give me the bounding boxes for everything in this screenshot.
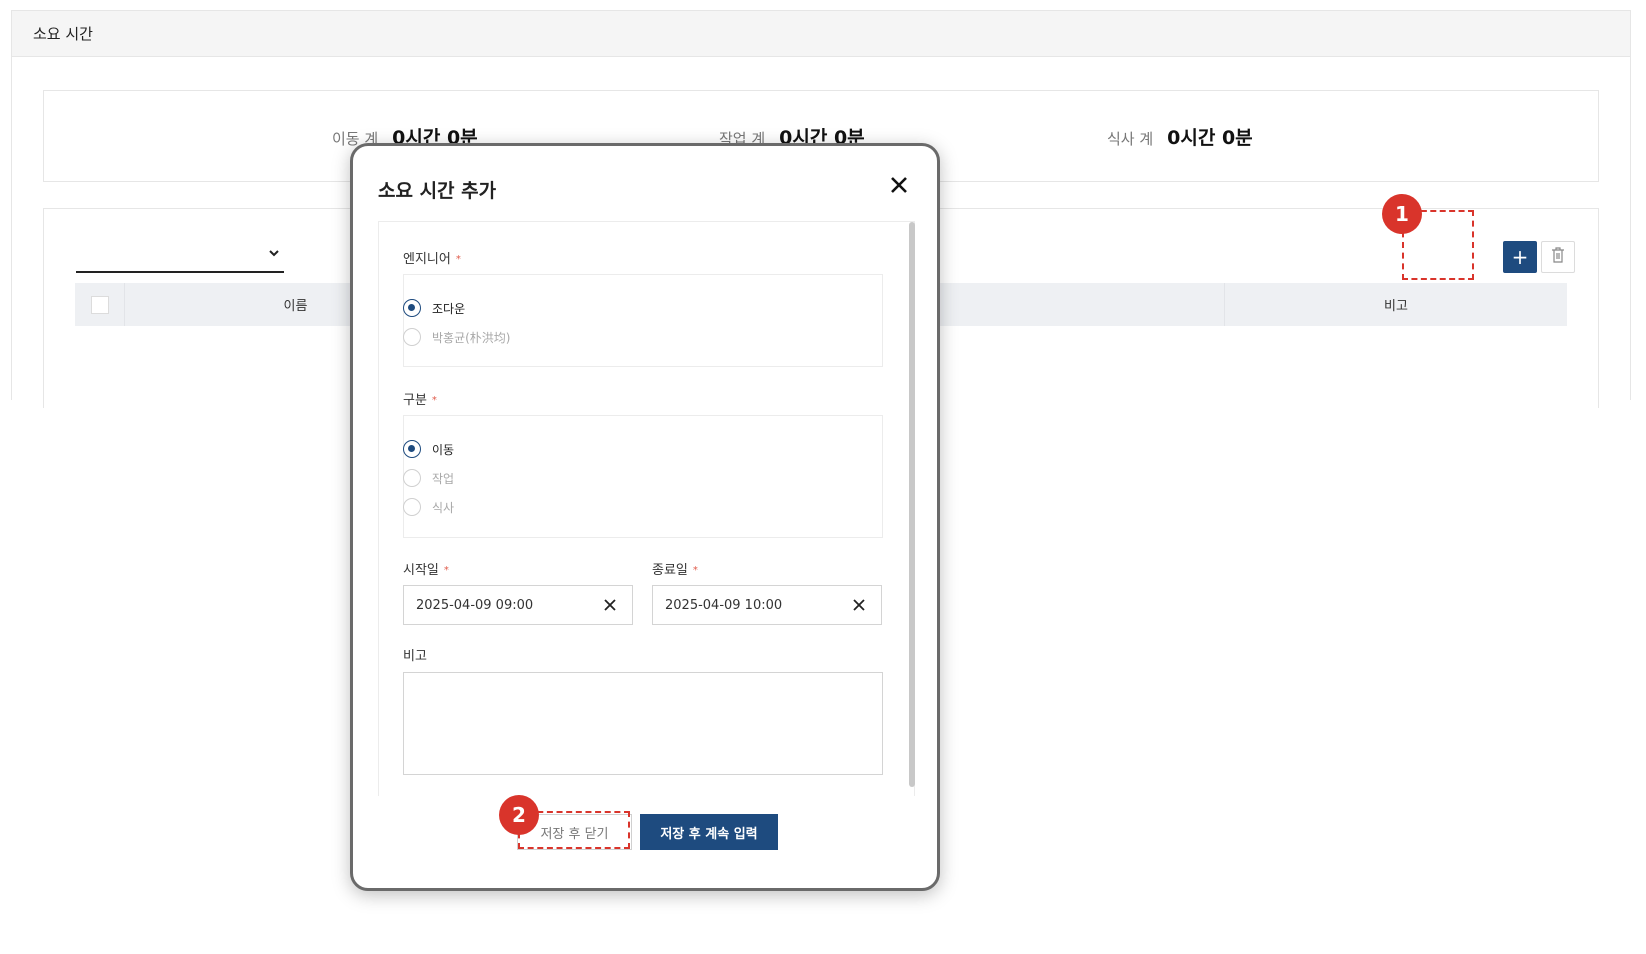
category-option-work-label: 작업 (432, 471, 455, 486)
required-mark: * (455, 254, 461, 265)
note-label: 비고 (403, 649, 427, 664)
modal-form: 엔지니어 * 조다운 박홍균(朴洪均) 구분 * 이동 작업 식사 시작일 * … (378, 221, 915, 796)
summary-meal-label: 식사 계 (1107, 130, 1154, 148)
category-option-move-label: 이동 (432, 442, 455, 457)
column-header-note: 비고 (1384, 299, 1408, 314)
trash-icon (1551, 247, 1565, 267)
engineer-option-2-label: 박홍균(朴洪均) (432, 330, 511, 345)
callout-1: 1 (1382, 194, 1422, 234)
chevron-down-icon (268, 247, 280, 263)
required-mark: * (431, 395, 437, 406)
radio-unselected[interactable] (403, 469, 421, 487)
radio-selected[interactable] (403, 299, 421, 317)
category-option-work[interactable]: 작업 (403, 469, 454, 487)
category-radio-group (403, 415, 883, 538)
save-and-continue-button[interactable]: 저장 후 계속 입력 (640, 814, 778, 850)
filter-select[interactable] (76, 245, 284, 273)
section-title: 소요 시간 (12, 11, 1630, 57)
clear-icon[interactable] (602, 597, 618, 613)
start-date-label: 시작일 * (403, 563, 449, 578)
modal-title: 소요 시간 추가 (378, 180, 497, 202)
select-all-checkbox-cell (75, 283, 125, 326)
end-date-label: 종료일 * (652, 563, 698, 578)
engineer-radio-group (403, 274, 883, 367)
start-date-value: 2025-04-09 09:00 (416, 597, 534, 613)
start-date-input[interactable]: 2025-04-09 09:00 (403, 585, 633, 625)
end-date-value: 2025-04-09 10:00 (665, 597, 783, 613)
category-option-move[interactable]: 이동 (403, 440, 454, 458)
radio-selected[interactable] (403, 440, 421, 458)
engineer-option-1-label: 조다운 (432, 301, 466, 316)
end-date-input[interactable]: 2025-04-09 10:00 (652, 585, 882, 625)
callout-2: 2 (499, 795, 539, 835)
engineer-option-1[interactable]: 조다운 (403, 299, 465, 317)
summary-meal: 식사 계 0시간 0분 (1107, 123, 1253, 150)
radio-unselected[interactable] (403, 498, 421, 516)
required-mark: * (692, 565, 698, 576)
required-mark: * (443, 565, 449, 576)
engineer-option-2[interactable]: 박홍균(朴洪均) (403, 328, 510, 346)
radio-unselected[interactable] (403, 328, 421, 346)
add-duration-modal: 소요 시간 추가 엔지니어 * 조다운 박홍균(朴洪均) 구분 * 이동 작업 … (350, 143, 940, 891)
page: 소요 시간 이동 계 0시간 0분 작업 계 0시간 0분 식사 계 0시간 0… (0, 0, 1646, 954)
category-label: 구분 * (403, 393, 437, 408)
summary-meal-value: 0시간 0분 (1167, 127, 1253, 149)
clear-icon[interactable] (851, 597, 867, 613)
modal-scrollbar[interactable] (909, 222, 915, 787)
category-option-meal-label: 식사 (432, 500, 455, 515)
delete-button[interactable] (1541, 241, 1575, 273)
close-icon[interactable] (886, 172, 912, 198)
category-option-meal[interactable]: 식사 (403, 498, 454, 516)
select-all-checkbox[interactable] (90, 295, 109, 314)
add-button[interactable]: + (1503, 241, 1537, 273)
note-textarea[interactable] (403, 672, 883, 775)
engineer-label: 엔지니어 * (403, 252, 461, 267)
